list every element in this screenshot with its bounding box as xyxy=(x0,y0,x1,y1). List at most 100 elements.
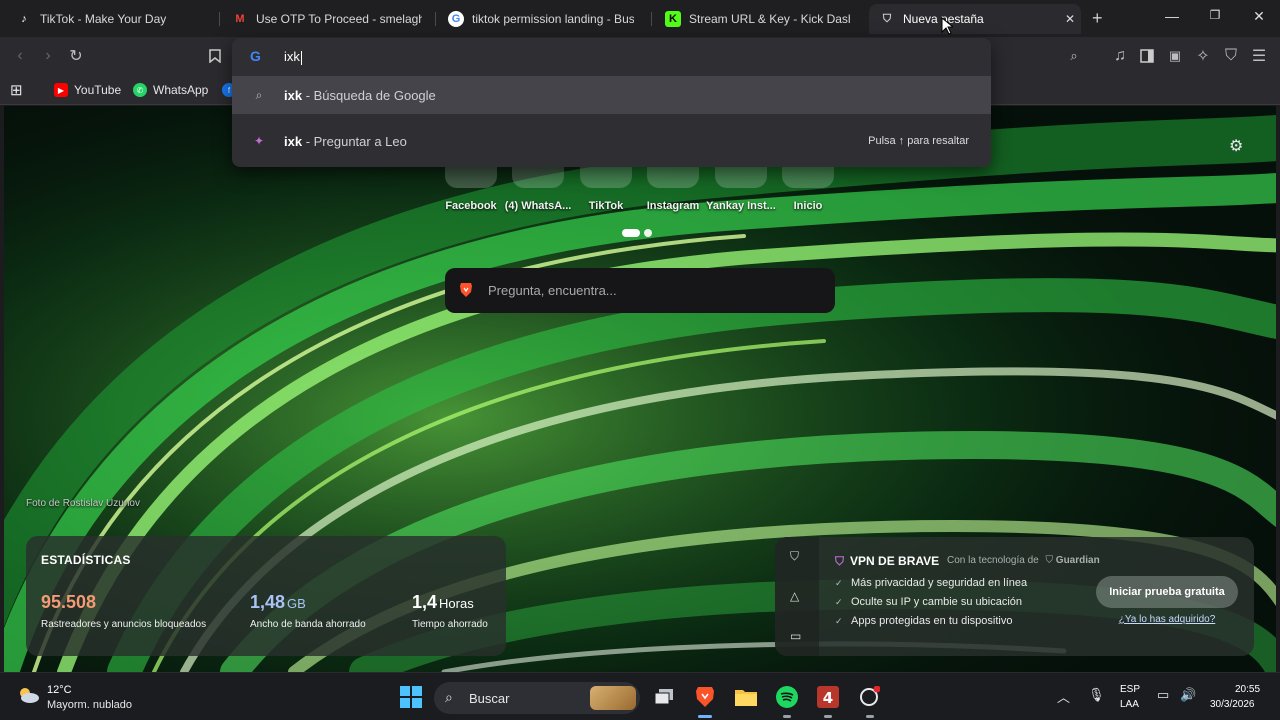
bookmark-whatsapp[interactable]: ✆ WhatsApp xyxy=(133,81,208,99)
minimize-button[interactable]: — xyxy=(1162,8,1182,24)
already-purchased-link[interactable]: ¿Ya lo has adquirido? xyxy=(1096,614,1238,625)
tab-new-tab[interactable]: ⛉ Nueva pestaña ✕ xyxy=(869,4,1081,34)
tab-title: Use OTP To Proceed - smelaghabit xyxy=(256,12,422,26)
tab-tiktok[interactable]: ♪ TikTok - Make Your Day xyxy=(6,4,216,34)
address-input-value[interactable]: ixk xyxy=(284,49,302,65)
taskbar-search-label: Buscar xyxy=(469,691,510,706)
brave-active-indicator xyxy=(698,715,712,718)
bookmark-youtube[interactable]: ▶ YouTube xyxy=(54,81,121,99)
google-icon: G xyxy=(250,48,261,64)
spotify-running-indicator xyxy=(783,715,791,718)
stat-label: Ancho de banda ahorrado xyxy=(250,619,366,630)
address-bar[interactable]: G ixk xyxy=(232,38,991,75)
game-running-indicator xyxy=(824,715,832,718)
omnibox-dropdown: G ixk ⌕ ixk - Búsqueda de Google ✦ ixk -… xyxy=(232,38,991,167)
new-tab-button[interactable]: + xyxy=(1092,8,1103,29)
reload-button[interactable]: ↻ xyxy=(66,46,86,66)
warning-triangle-icon[interactable]: △ xyxy=(790,589,799,603)
bookmark-label: WhatsApp xyxy=(153,83,209,97)
restore-button[interactable]: ❐ xyxy=(1205,8,1225,22)
vpn-feature-text: Oculte su IP y cambie su ubicación xyxy=(851,596,1022,608)
top-site-label[interactable]: Inicio xyxy=(768,200,848,212)
pager-dot-active[interactable] xyxy=(622,229,640,237)
sidebar-icon[interactable] xyxy=(1137,46,1157,66)
weather-desc[interactable]: Mayorm. nublado xyxy=(47,699,132,711)
tiktok-icon: ♪ xyxy=(21,13,27,25)
vpn-widget: ⛉ △ ▭ ⛉ VPN DE BRAVE Con la tecnología de… xyxy=(775,537,1254,656)
chatgpt-running-indicator xyxy=(866,715,874,718)
bookmark-icon[interactable] xyxy=(205,46,225,66)
close-tab-icon[interactable]: ✕ xyxy=(1065,12,1075,26)
back-button[interactable]: ‹ xyxy=(10,46,30,66)
suggestion-query: ixk xyxy=(284,87,303,103)
volume-icon[interactable]: 🔊 xyxy=(1180,687,1196,703)
brave-browser-icon[interactable] xyxy=(693,685,717,709)
stat-label: Tiempo ahorrado xyxy=(412,619,488,630)
wallet-icon[interactable]: ▣ xyxy=(1165,46,1185,66)
show-hidden-icons-chevron[interactable]: ︿ xyxy=(1057,687,1070,706)
menu-icon[interactable]: ☰ xyxy=(1249,46,1269,66)
stats-title: ESTADÍSTICAS xyxy=(41,553,131,567)
leo-sparkle-icon: ✦ xyxy=(253,134,265,148)
close-window-button[interactable]: ✕ xyxy=(1249,8,1269,25)
stat-bandwidth: 1,48 GB Ancho de banda ahorrado xyxy=(250,592,366,630)
vpn-feature-text: Apps protegidas en tu dispositivo xyxy=(851,615,1013,627)
stat-label: Rastreadores y anuncios bloqueados xyxy=(41,619,207,630)
stats-widget: ESTADÍSTICAS 95.508 Rastreadores y anunc… xyxy=(26,536,506,656)
microphone-icon[interactable]: 🎙 xyxy=(1088,687,1105,703)
ntp-search-box[interactable]: Pregunta, encuentra... xyxy=(445,268,835,313)
apps-grid-icon[interactable]: ⊞ xyxy=(10,81,23,99)
svg-text:4: 4 xyxy=(823,689,833,707)
tab-title: tiktok permission landing - Buscar xyxy=(472,12,634,26)
weather-cloudy-icon[interactable] xyxy=(16,686,40,704)
check-icon: ✓ xyxy=(835,578,843,588)
forward-button[interactable]: › xyxy=(38,46,58,66)
customize-gear-icon[interactable]: ⚙ xyxy=(1229,136,1243,156)
windows-taskbar: 12°C Mayorm. nublado ⌕ Buscar 4 ︿ 🎙 ESP … xyxy=(0,672,1280,720)
check-icon: ✓ xyxy=(835,597,843,607)
search-placeholder: Pregunta, encuentra... xyxy=(488,283,617,298)
vpn-feature-text: Más privacidad y seguridad en línea xyxy=(851,577,1028,589)
stat-unit: GB xyxy=(287,596,306,611)
weather-temp[interactable]: 12°C xyxy=(47,684,72,696)
tab-kick[interactable]: K Stream URL & Key - Kick Dashboa xyxy=(655,4,860,34)
leo-ai-icon[interactable]: ✧ xyxy=(1193,46,1213,66)
keyboard-layout[interactable]: LAA xyxy=(1120,699,1139,710)
clock-date[interactable]: 30/3/2026 xyxy=(1210,699,1255,710)
video-camera-icon[interactable]: ▭ xyxy=(790,629,801,643)
keyboard-language[interactable]: ESP xyxy=(1120,684,1140,695)
tab-google-search[interactable]: G tiktok permission landing - Buscar xyxy=(438,4,644,34)
spotify-icon[interactable] xyxy=(775,685,799,709)
vpn-powered-by: Con la tecnología de ⛉ Guardian xyxy=(947,555,1100,566)
task-view-icon[interactable] xyxy=(652,685,676,709)
suggestion-text: ixk - Preguntar a Leo xyxy=(284,134,407,149)
whatsapp-icon: ✆ xyxy=(133,83,147,97)
brave-shield-icon: ⛉ xyxy=(882,12,892,25)
tab-title: TikTok - Make Your Day xyxy=(40,12,167,26)
youtube-icon: ▶ xyxy=(54,83,68,97)
photo-credit[interactable]: Foto de Rostislav Uzunov xyxy=(26,498,140,509)
game-app-icon[interactable]: 4 xyxy=(816,685,840,709)
tab-separator xyxy=(219,12,220,26)
start-trial-button[interactable]: Iniciar prueba gratuita xyxy=(1096,576,1238,608)
kick-icon: K xyxy=(665,11,681,27)
media-icon[interactable]: ♫ xyxy=(1110,46,1130,66)
vpn-shield-icon[interactable]: ⛉ xyxy=(1221,46,1241,66)
network-icon[interactable]: ▭ xyxy=(1157,687,1169,703)
stat-trackers: 95.508 Rastreadores y anuncios bloqueado… xyxy=(41,592,206,630)
search-tabs-icon[interactable]: ⌕ xyxy=(1064,46,1084,66)
vpn-shield-icon[interactable]: ⛉ xyxy=(790,549,799,564)
text-caret xyxy=(300,50,302,65)
windows-start-icon[interactable] xyxy=(399,685,423,709)
brave-lion-icon xyxy=(460,283,472,297)
suggestion-google-search[interactable]: ⌕ ixk - Búsqueda de Google xyxy=(232,76,991,114)
tab-gmail[interactable]: M Use OTP To Proceed - smelaghabit xyxy=(222,4,432,34)
suggestion-ask-leo[interactable]: ✦ ixk - Preguntar a Leo Pulsa ↑ para res… xyxy=(232,122,991,160)
pager-dot[interactable] xyxy=(644,229,652,237)
address-text: ixk xyxy=(284,49,300,64)
stat-unit: Horas xyxy=(439,596,474,611)
chatgpt-icon[interactable] xyxy=(857,685,881,709)
taskbar-search[interactable]: ⌕ Buscar xyxy=(434,682,640,714)
file-explorer-icon[interactable] xyxy=(734,685,758,709)
clock-time[interactable]: 20:55 xyxy=(1235,684,1260,695)
